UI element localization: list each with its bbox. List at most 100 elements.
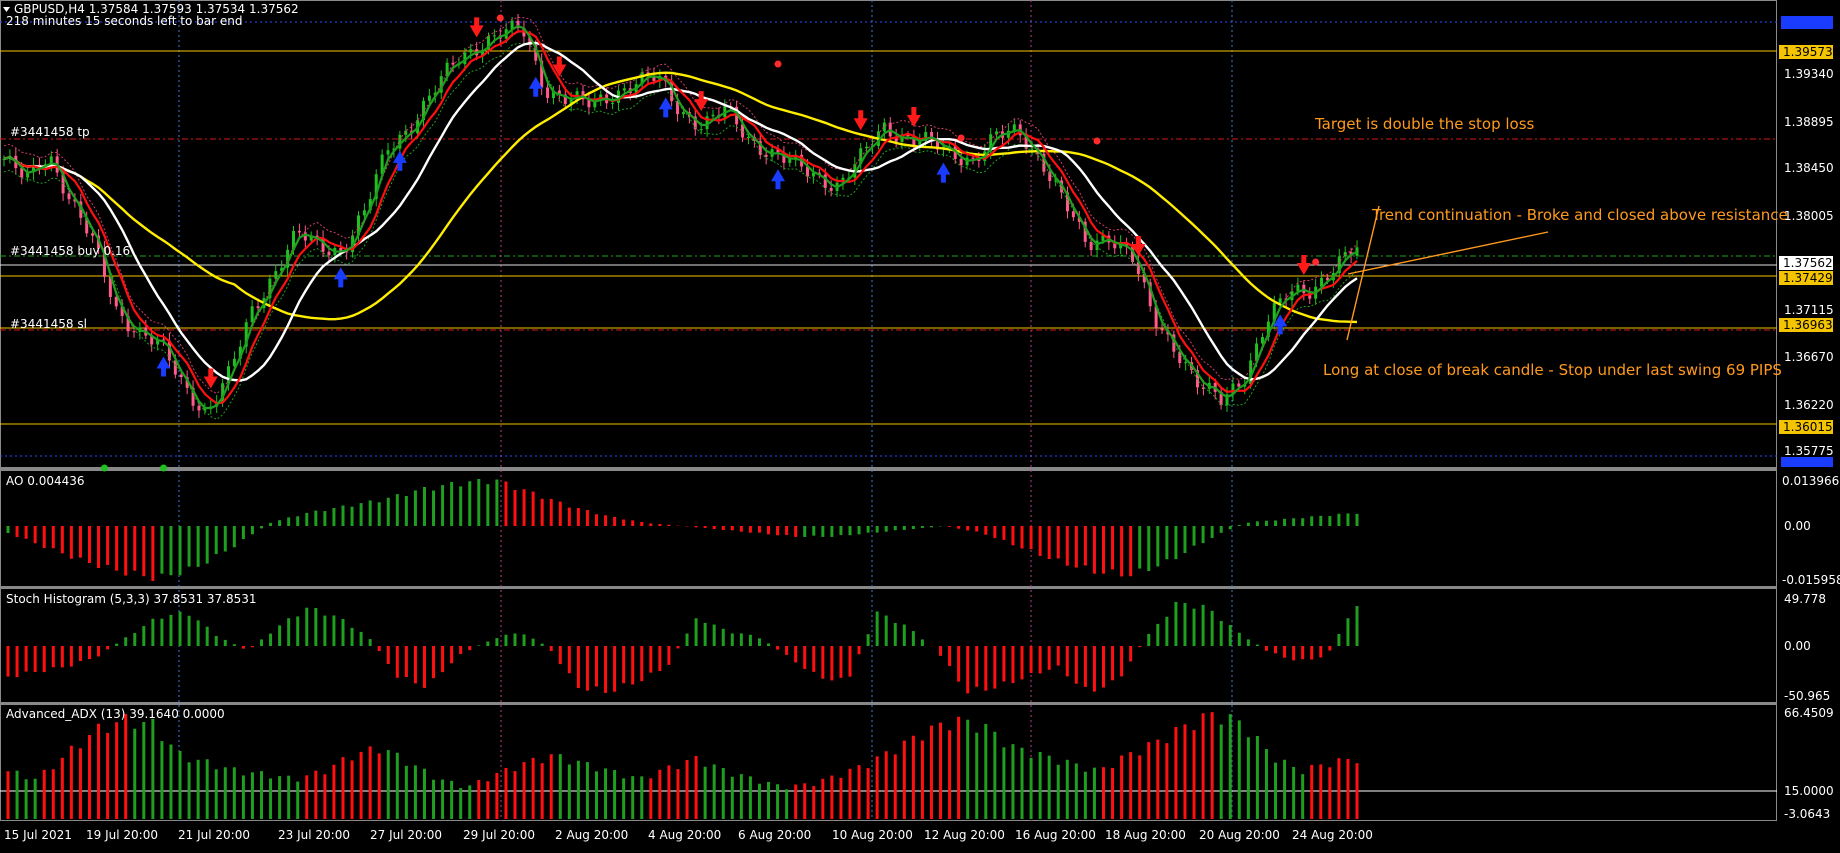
candle-body	[1030, 148, 1034, 150]
x-tick: 16 Aug 20:00	[1015, 828, 1096, 842]
candle-body	[114, 297, 118, 307]
stoch-tick: 49.778	[1784, 592, 1826, 606]
candle-body	[362, 210, 366, 216]
adx-label: Advanced_ADX (13) 39.1640 0.0000	[6, 707, 225, 721]
y-tick: 1.37115	[1784, 303, 1834, 317]
annotation-target: Target is double the stop loss	[1314, 115, 1535, 133]
x-tick: 24 Aug 20:00	[1292, 828, 1373, 842]
candle-body	[546, 87, 550, 99]
x-tick: 23 Jul 20:00	[278, 828, 350, 842]
bar-timer: 218 minutes 15 seconds left to bar end	[6, 14, 243, 28]
ao-label: AO 0.004436	[6, 474, 85, 488]
candle-body	[327, 251, 331, 256]
candle-body	[451, 62, 455, 65]
annotation-trend: Trend continuation - Broke and closed ab…	[1371, 206, 1788, 224]
candle-body	[1160, 328, 1164, 331]
svg-text:1.36963: 1.36963	[1783, 318, 1833, 332]
y-tick: 1.39340	[1784, 67, 1834, 81]
candle-body	[622, 88, 626, 91]
x-tick: 12 Aug 20:00	[924, 828, 1005, 842]
y-tick: 1.38450	[1784, 161, 1834, 175]
ao-tick: 0.00	[1784, 519, 1811, 533]
pivot-dot-icon	[957, 134, 965, 142]
x-tick: 27 Jul 20:00	[370, 828, 442, 842]
candle-body	[179, 374, 183, 378]
candle-body	[469, 49, 473, 53]
candle-body	[971, 157, 975, 159]
candle-body	[1089, 241, 1093, 250]
svg-text:1.36015: 1.36015	[1783, 420, 1833, 434]
candle-body	[1071, 211, 1075, 218]
pane-divider[interactable]	[0, 467, 1777, 470]
pivot-dot-icon	[1312, 258, 1320, 266]
candle-body	[274, 271, 278, 279]
x-tick: 6 Aug 20:00	[738, 828, 811, 842]
price-tag: 1.37562	[1779, 256, 1833, 270]
order-sl-label: #3441458 sl	[10, 317, 87, 331]
x-tick: 20 Aug 20:00	[1199, 828, 1280, 842]
y-tick: 1.36220	[1784, 398, 1834, 412]
candle-body	[959, 158, 963, 166]
stoch-label: Stoch Histogram (5,3,3) 37.8531 37.8531	[6, 592, 257, 606]
candle-body	[297, 230, 301, 233]
price-tag-bottom	[1781, 457, 1833, 467]
pivot-dot-icon	[774, 60, 782, 68]
price-tag: 1.39573	[1779, 45, 1833, 59]
price-tag-top	[1781, 16, 1833, 29]
stoch-tick: 0.00	[1784, 639, 1811, 653]
candle-body	[492, 35, 496, 37]
pivot-dot-icon	[100, 464, 108, 472]
candle-body	[132, 331, 136, 333]
svg-text:1.37429: 1.37429	[1783, 271, 1833, 285]
y-tick: 1.35775	[1784, 444, 1834, 458]
adx-tick: 15.0000	[1784, 784, 1834, 798]
pane-divider[interactable]	[0, 702, 1777, 704]
candle-body	[250, 306, 254, 323]
adx-tick: 66.4509	[1784, 706, 1834, 720]
x-axis: 15 Jul 2021 19 Jul 20:00 21 Jul 20:00 23 Ju…	[4, 828, 1373, 842]
x-tick: 21 Jul 20:00	[178, 828, 250, 842]
x-tick: 29 Jul 20:00	[463, 828, 535, 842]
candle-body	[67, 193, 71, 200]
x-tick: 2 Aug 20:00	[555, 828, 628, 842]
y-tick: 1.38005	[1784, 209, 1834, 223]
pivot-dot-icon	[496, 14, 504, 22]
chart-background	[0, 0, 1840, 853]
price-tag: 1.37429	[1779, 271, 1833, 285]
x-tick: 10 Aug 20:00	[832, 828, 913, 842]
candle-body	[386, 150, 390, 155]
stoch-tick: -50.965	[1784, 689, 1830, 703]
pane-divider[interactable]	[0, 586, 1777, 588]
ao-tick: 0.013966	[1782, 474, 1839, 488]
candle-body	[699, 129, 703, 131]
candle-body	[1296, 284, 1300, 292]
candle-body	[676, 101, 680, 115]
svg-text:1.37562: 1.37562	[1783, 256, 1833, 270]
x-tick: 18 Aug 20:00	[1105, 828, 1186, 842]
svg-text:1.39573: 1.39573	[1783, 45, 1833, 59]
candle-body	[865, 146, 869, 149]
x-tick: 19 Jul 20:00	[86, 828, 158, 842]
candle-body	[91, 233, 95, 236]
candle-body	[1278, 298, 1282, 304]
price-tag: 1.36015	[1779, 420, 1833, 434]
candle-body	[711, 114, 715, 117]
trading-chart[interactable]: GBPUSD,H4 1.37584 1.37593 1.37534 1.3756…	[0, 0, 1840, 853]
ao-tick: -0.015958	[1782, 573, 1840, 587]
candle-body	[256, 306, 260, 309]
pivot-dot-icon	[160, 464, 168, 472]
y-tick: 1.38895	[1784, 115, 1834, 129]
order-entry-label: #3441458 buy 0.16	[10, 244, 130, 258]
candle-body	[829, 187, 833, 191]
candle-body	[1054, 180, 1058, 182]
price-tag: 1.36963	[1779, 318, 1833, 332]
annotation-entry: Long at close of break candle - Stop und…	[1323, 361, 1782, 379]
candle-body	[197, 405, 201, 411]
order-tp-label: #3441458 tp	[10, 125, 90, 139]
y-tick: 1.36670	[1784, 350, 1834, 364]
x-tick: 15 Jul 2021	[4, 828, 72, 842]
candle-body	[681, 112, 685, 115]
pivot-dot-icon	[1093, 137, 1101, 145]
candle-body	[1237, 383, 1241, 387]
candle-body	[427, 95, 431, 101]
